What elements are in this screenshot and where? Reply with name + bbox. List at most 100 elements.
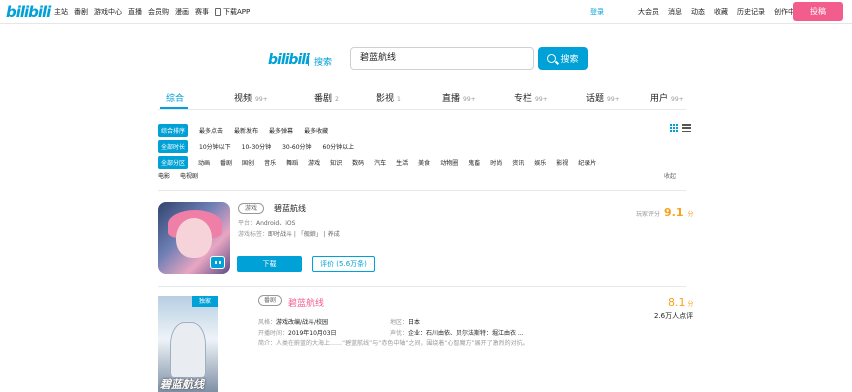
filter-zone-item[interactable]: 时尚: [490, 158, 502, 167]
filter-zone-item[interactable]: 番剧: [220, 158, 232, 167]
nav-dynamic[interactable]: 动态: [691, 7, 705, 17]
nav-item-live[interactable]: 直播: [128, 7, 142, 17]
anime-cv: 声优：企业：石川由依、贝尔法斯特：堀江由衣 ...: [390, 328, 524, 337]
filter-order-default[interactable]: 综合排序: [158, 124, 189, 137]
list-view-icon[interactable]: [682, 124, 691, 132]
tab-live[interactable]: 直播 99+: [442, 91, 476, 104]
login-link[interactable]: 登录: [590, 7, 604, 17]
filter-order-clicks[interactable]: 最多点击: [199, 126, 223, 135]
style-value: 游戏改编/战斗/校园: [276, 319, 329, 326]
result-tabs: 综合 视频 99+ 番剧 2 影视 1 直播 99+ 专栏 99+ 话题 99+ 用户 99+: [158, 88, 686, 110]
tab-film[interactable]: 影视 1: [376, 91, 401, 104]
active-tab-indicator: [160, 107, 188, 109]
filter-zone-item[interactable]: 资讯: [512, 158, 524, 167]
nav-item-main[interactable]: 主站: [54, 7, 68, 17]
order-filter: 综合排序 最多点击 最新发布 最多弹幕 最多收藏: [158, 124, 339, 137]
filter-zone-item[interactable]: 汽车: [374, 158, 386, 167]
platform-label: 平台：: [238, 220, 257, 227]
nav-item-shop[interactable]: 会员购: [148, 7, 169, 17]
filter-zone-item[interactable]: 鬼畜: [468, 158, 480, 167]
tab-video[interactable]: 视频 99+: [234, 91, 268, 104]
filter-zone-item[interactable]: 动画: [198, 158, 210, 167]
game-title[interactable]: 碧蓝航线: [274, 203, 306, 214]
nav-messages[interactable]: 消息: [668, 7, 682, 17]
anime-score: 8.1 分: [668, 296, 694, 309]
fold-filters-toggle[interactable]: 收起: [664, 171, 676, 180]
nav-vip[interactable]: 大会员: [638, 7, 659, 17]
nav-item-match[interactable]: 赛事: [195, 7, 209, 17]
anime-cover-image[interactable]: 碧蓝航线: [158, 296, 218, 392]
upload-button[interactable]: 投稿: [793, 2, 843, 21]
result-divider: [158, 286, 686, 287]
nav-item-download-app[interactable]: 下载APP: [215, 7, 256, 17]
filter-duration-over-60[interactable]: 60分钟以上: [323, 142, 355, 151]
rate-button[interactable]: 评价 (5.6万条): [312, 256, 375, 272]
anime-area: 地区：日本: [390, 317, 420, 326]
bilibili-logo[interactable]: bilibili: [6, 3, 51, 21]
filter-zone-item[interactable]: 美食: [418, 158, 430, 167]
filter-zone-item[interactable]: 电影: [158, 171, 170, 180]
anime-review-count: 2.6万人点评: [654, 312, 694, 320]
filter-zone-item[interactable]: 舞蹈: [286, 158, 298, 167]
tab-bangumi[interactable]: 番剧 2: [314, 91, 339, 104]
tab-label: 直播: [442, 94, 461, 104]
search-logo[interactable]: bilibili: [268, 52, 310, 68]
anime-title[interactable]: 碧蓝航线: [288, 296, 324, 309]
search-button[interactable]: 搜索: [538, 47, 588, 70]
tab-user[interactable]: 用户 99+: [650, 91, 684, 104]
score-label: 玩家评分: [636, 211, 661, 218]
tab-count: 99+: [535, 96, 548, 103]
nav-history[interactable]: 历史记录: [737, 7, 765, 17]
game-tags: 游戏标签：即时战斗 | 「舰娘」 | 养成: [238, 229, 340, 238]
search-button-label: 搜索: [560, 55, 579, 65]
view-toggle: [670, 124, 691, 132]
game-tags-label: 游戏标签：: [238, 231, 269, 238]
filter-zone-item[interactable]: 音乐: [264, 158, 276, 167]
filter-duration-10-30[interactable]: 10-30分钟: [242, 142, 271, 151]
search-logo-divider: [308, 54, 309, 66]
nav-item-game-center[interactable]: 游戏中心: [94, 7, 122, 17]
filter-zone-item[interactable]: 娱乐: [534, 158, 546, 167]
download-button[interactable]: 下载: [237, 256, 302, 272]
filter-zone-all[interactable]: 全部分区: [158, 156, 189, 169]
nav-item-manga[interactable]: 漫画: [175, 7, 189, 17]
tab-all[interactable]: 综合: [166, 91, 184, 104]
filter-zone-item[interactable]: 纪录片: [578, 158, 596, 167]
nav-item-anime[interactable]: 番剧: [74, 7, 88, 17]
filter-zone-item[interactable]: 影视: [556, 158, 568, 167]
tab-article[interactable]: 专栏 99+: [514, 91, 548, 104]
game-tags-value: 即时战斗 | 「舰娘」 | 养成: [268, 231, 340, 238]
filter-order-danmaku[interactable]: 最多弹幕: [269, 126, 293, 135]
anime-score-value: 8.1: [668, 296, 686, 309]
filter-order-favorites[interactable]: 最多收藏: [304, 126, 328, 135]
bilibili-tv-icon: [210, 256, 225, 269]
user-nav: 登录 大会员 消息 动态 收藏 历史记录 创作中心: [590, 7, 811, 17]
anime-score-unit: 分: [687, 301, 694, 308]
filter-zone-item[interactable]: 数码: [352, 158, 364, 167]
top-navbar: bilibili 主站 番剧 游戏中心 直播 会员购 漫画 赛事 下载APP 登…: [0, 0, 852, 24]
filter-duration-all[interactable]: 全部时长: [158, 140, 189, 153]
filter-zone-item[interactable]: 国创: [242, 158, 254, 167]
tab-count: 99+: [607, 96, 620, 103]
tab-label: 视频: [234, 94, 253, 104]
filter-duration-under-10[interactable]: 10分钟以下: [199, 142, 231, 151]
tab-label: 专栏: [514, 94, 533, 104]
main-nav: 主站 番剧 游戏中心 直播 会员购 漫画 赛事 下载APP: [54, 7, 262, 17]
filter-zone-item[interactable]: 电视剧: [180, 171, 198, 180]
filter-zone-item[interactable]: 知识: [330, 158, 342, 167]
filter-order-newest[interactable]: 最新发布: [234, 126, 258, 135]
search-input[interactable]: 碧蓝航线: [350, 47, 534, 70]
phone-icon: [215, 8, 221, 16]
filter-duration-30-60[interactable]: 30-60分钟: [282, 142, 311, 151]
tab-count: 99+: [255, 96, 268, 103]
date-label: 开播时间：: [258, 330, 289, 337]
filter-zone-item[interactable]: 生活: [396, 158, 408, 167]
nav-favorites[interactable]: 收藏: [714, 7, 728, 17]
tab-topic[interactable]: 话题 99+: [586, 91, 620, 104]
filter-zone-item[interactable]: 游戏: [308, 158, 320, 167]
grid-view-icon[interactable]: [670, 124, 678, 132]
filter-zone-item[interactable]: 动物圈: [440, 158, 458, 167]
anime-type-tag: 番剧: [258, 295, 283, 306]
score-value: 9.1: [664, 206, 684, 219]
zone-filter: 全部分区 动画 番剧 国创 音乐 舞蹈 游戏 知识 数码 汽车 生活 美食 动物…: [158, 156, 596, 169]
